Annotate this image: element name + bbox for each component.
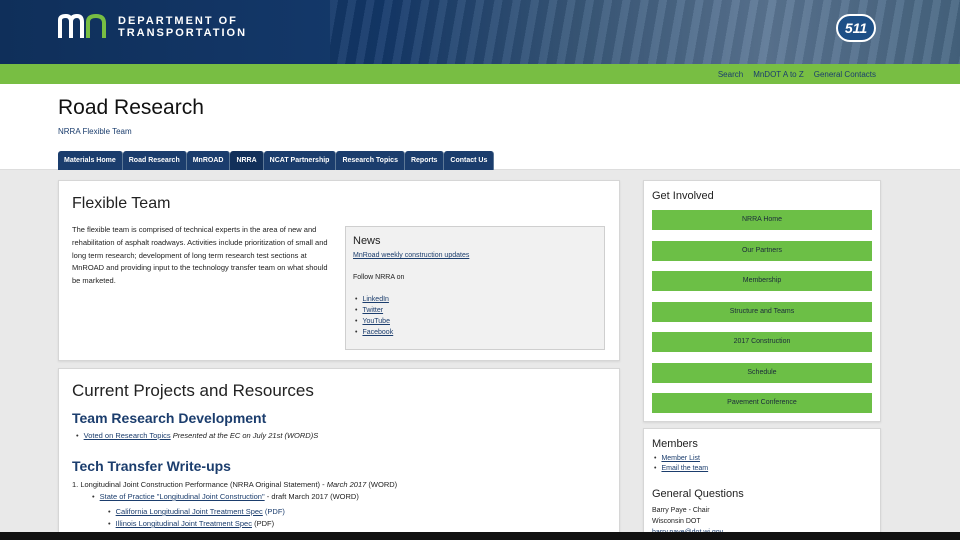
tab-materials-home[interactable]: Materials Home [58, 151, 123, 170]
email-team-link[interactable]: Email the team [661, 465, 708, 472]
bullet [76, 431, 84, 440]
list-item: Facebook [355, 327, 393, 338]
get-involved-heading: Get Involved [652, 190, 714, 202]
general-questions-heading: General Questions [652, 488, 744, 500]
member-list-link[interactable]: Member List [661, 455, 700, 462]
social-link-youtube[interactable]: YouTube [362, 318, 390, 325]
current-projects-heading: Current Projects and Resources [72, 381, 314, 400]
tab-nrra[interactable]: NRRA [230, 151, 264, 170]
tech-item-2: State of Practice "Longitudinal Joint Co… [92, 492, 359, 501]
tab-road-research[interactable]: Road Research [122, 151, 187, 170]
contact-name: Barry Paye - Chair [652, 507, 710, 514]
tech-item-2-tail: - draft March 2017 (WORD) [266, 492, 359, 501]
team-research-heading: Team Research Development [72, 410, 267, 426]
os-taskbar [0, 532, 960, 540]
list-item: LinkedIn [355, 294, 393, 305]
list-item: Email the team [654, 464, 708, 474]
voted-topics-note: Presented at the EC on July 21st (WORD)S [172, 431, 319, 440]
social-link-linkedin[interactable]: LinkedIn [362, 296, 388, 303]
tab-reports[interactable]: Reports [404, 151, 445, 170]
social-link-facebook[interactable]: Facebook [362, 329, 393, 336]
illinois-spec-link[interactable]: Illinois Longitudinal Joint Treatment Sp… [116, 519, 252, 528]
util-link-search[interactable]: Search [718, 70, 743, 79]
social-links: LinkedIn Twitter YouTube Facebook [355, 294, 393, 338]
util-link-contacts[interactable]: General Contacts [814, 70, 876, 79]
section-tabs: Materials Home Road Research MnROAD NRRA… [58, 151, 495, 170]
tech-item-4-tail: (PDF) [254, 519, 275, 528]
flexible-team-description: The flexible team is comprised of techni… [72, 225, 328, 286]
contact-org: Wisconsin DOT [652, 518, 701, 525]
tech-transfer-heading: Tech Transfer Write-ups [72, 458, 231, 474]
schedule-button[interactable]: Schedule [652, 363, 872, 383]
state-of-practice-link[interactable]: State of Practice "Longitudinal Joint Co… [100, 492, 265, 501]
members-heading: Members [652, 438, 698, 450]
list-item: YouTube [355, 316, 393, 327]
news-heading: News [353, 235, 381, 247]
membership-button[interactable]: Membership [652, 271, 872, 291]
tech-item-4: Illinois Longitudinal Joint Treatment Sp… [108, 519, 274, 528]
tab-ncat-partnership[interactable]: NCAT Partnership [263, 151, 337, 170]
tech-item-1-text: 1. Longitudinal Joint Construction Perfo… [72, 480, 325, 489]
list-item: Member List [654, 454, 708, 464]
mn-logo-icon [58, 14, 112, 40]
tech-item-1-tail: (WORD) [368, 480, 398, 489]
tech-item-3-tail: (PDF) [264, 507, 285, 516]
breadcrumb[interactable]: NRRA Flexible Team [58, 127, 132, 136]
tech-item-1: 1. Longitudinal Joint Construction Perfo… [72, 480, 397, 489]
page-title: Road Research [58, 96, 204, 119]
bullet [108, 519, 116, 528]
follow-label: Follow NRRA on [353, 274, 405, 281]
tab-mnroad[interactable]: MnROAD [186, 151, 231, 170]
construction-2017-button[interactable]: 2017 Construction [652, 332, 872, 352]
our-partners-button[interactable]: Our Partners [652, 241, 872, 261]
511-badge-icon[interactable]: 511 [836, 14, 876, 42]
news-construction-link[interactable]: MnRoad weekly construction updates [353, 252, 469, 259]
logo-text: DEPARTMENT OF TRANSPORTATION [118, 15, 248, 39]
util-link-a-to-z[interactable]: MnDOT A to Z [753, 70, 804, 79]
list-item: Twitter [355, 305, 393, 316]
california-spec-link[interactable]: California Longitudinal Joint Treatment … [116, 507, 263, 516]
bullet [92, 492, 100, 501]
social-link-twitter[interactable]: Twitter [362, 307, 383, 314]
tab-contact-us[interactable]: Contact Us [444, 151, 495, 170]
members-links: Member List Email the team [654, 454, 708, 474]
tech-item-3: California Longitudinal Joint Treatment … [108, 507, 285, 516]
bullet [108, 507, 116, 516]
tab-research-topics[interactable]: Research Topics [336, 151, 405, 170]
utility-nav: Search MnDOT A to Z General Contacts [718, 64, 876, 84]
tech-item-1-date: March 2017 [326, 480, 367, 489]
voted-topics-line: Voted on Research Topics Presented at th… [76, 431, 318, 440]
flexible-team-heading: Flexible Team [72, 195, 171, 212]
structure-and-teams-button[interactable]: Structure and Teams [652, 302, 872, 322]
nrra-home-button[interactable]: NRRA Home [652, 210, 872, 230]
pavement-conference-button[interactable]: Pavement Conference [652, 393, 872, 413]
voted-topics-link[interactable]: Voted on Research Topics [84, 431, 171, 440]
mndot-logo[interactable]: DEPARTMENT OF TRANSPORTATION [58, 14, 247, 40]
